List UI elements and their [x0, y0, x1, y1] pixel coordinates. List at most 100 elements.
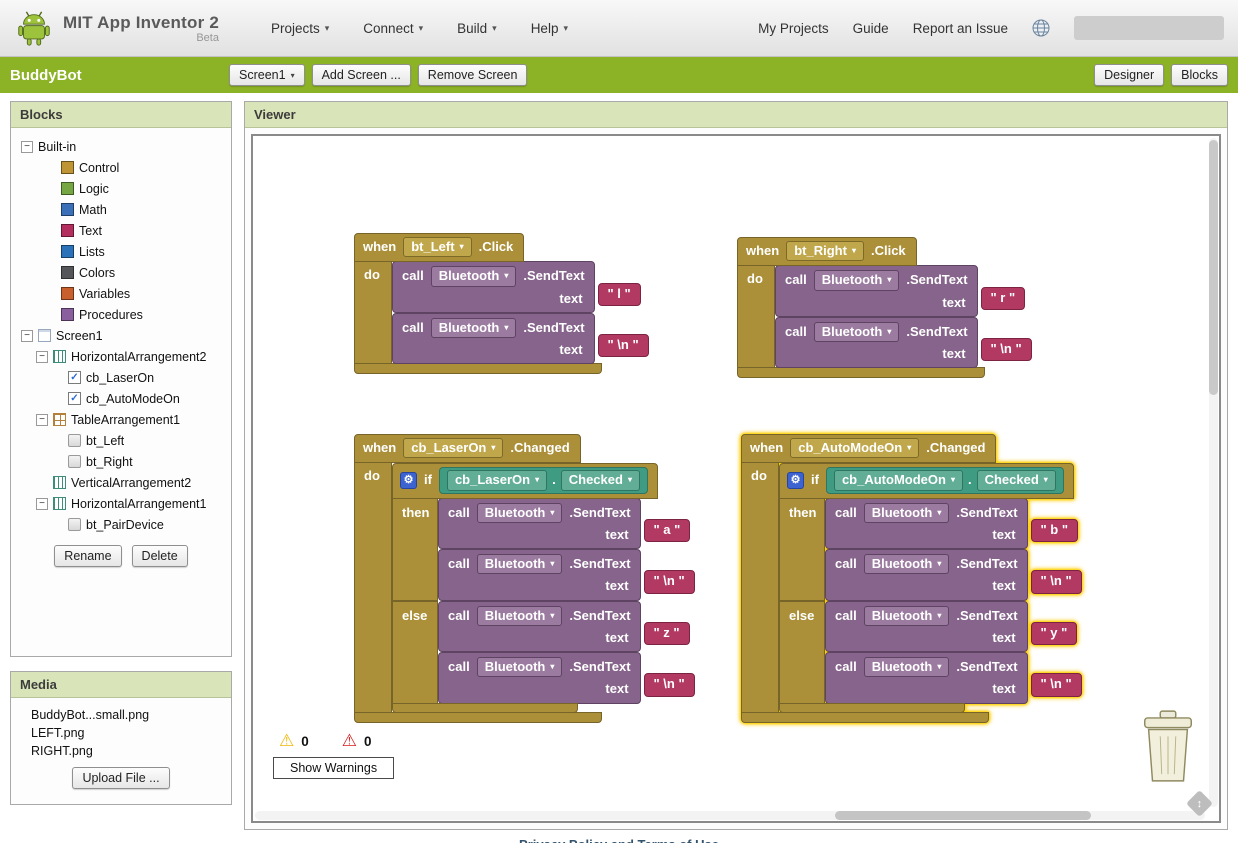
menu-build[interactable]: Build ▾	[457, 21, 497, 36]
palette-category-lists[interactable]: Lists	[21, 241, 229, 262]
call-block[interactable]: call Bluetooth ▾ .SendText text " \n "	[392, 312, 649, 365]
menu-projects[interactable]: Projects ▾	[271, 21, 329, 36]
blocks-button[interactable]: Blocks	[1171, 64, 1228, 86]
show-warnings-button[interactable]: Show Warnings	[273, 757, 395, 779]
menu-connect[interactable]: Connect ▾	[363, 21, 423, 36]
footer-links[interactable]: Privacy Policy and Terms of Use	[0, 837, 1238, 843]
tree-item-bt_PairDevice[interactable]: bt_PairDevice	[21, 514, 229, 535]
call-block[interactable]: call Bluetooth ▾ .SendText text " b "	[825, 497, 1079, 549]
component-dropdown[interactable]: Bluetooth ▾	[430, 317, 517, 338]
horizontal-scrollbar[interactable]	[255, 811, 1205, 820]
palette-category-text[interactable]: Text	[21, 220, 229, 241]
screen-selector[interactable]: Screen1 ▾	[229, 64, 305, 86]
collapse-toggle-icon[interactable]: −	[21, 329, 33, 342]
component-dropdown[interactable]: bt_Right ▾	[786, 241, 864, 262]
mutator-gear-icon[interactable]: ⚙	[787, 471, 804, 489]
collapse-toggle-icon[interactable]: −	[36, 413, 48, 426]
text-string-block[interactable]: " b "	[1030, 518, 1079, 542]
component-dropdown[interactable]: Bluetooth ▾	[863, 657, 950, 678]
trash-icon[interactable]	[1137, 708, 1199, 791]
event-block-bt_Left[interactable]: when bt_Left ▾ .Click do call Bluetooth ▾ .SendT…	[354, 232, 649, 375]
palette-category-math[interactable]: Math	[21, 199, 229, 220]
component-dropdown[interactable]: cb_AutoModeOn ▾	[790, 438, 920, 459]
tree-item-bt_Right[interactable]: bt_Right	[21, 451, 229, 472]
call-block[interactable]: call Bluetooth ▾ .SendText text " l "	[392, 261, 641, 313]
tree-item-bt_Left[interactable]: bt_Left	[21, 430, 229, 451]
component-dropdown[interactable]: Bluetooth ▾	[476, 502, 563, 523]
property-dropdown[interactable]: Checked ▾	[560, 470, 640, 491]
text-string-block[interactable]: " \n "	[980, 338, 1032, 362]
call-block[interactable]: call Bluetooth ▾ .SendText text " \n "	[438, 549, 695, 601]
vertical-scrollbar-thumb[interactable]	[1209, 140, 1218, 395]
vertical-scrollbar[interactable]	[1209, 138, 1218, 807]
component-dropdown[interactable]: Bluetooth ▾	[476, 554, 563, 575]
event-block-cb_LaserOn[interactable]: when cb_LaserOn ▾ .Changed do ⚙ if cb_LaserOn ▾.…	[354, 433, 695, 723]
text-string-block[interactable]: " \n "	[643, 673, 695, 697]
property-getter-block[interactable]: cb_LaserOn ▾. Checked ▾	[438, 467, 648, 494]
builtin-node[interactable]: − Built-in	[21, 136, 229, 157]
tree-item-HorizontalArrangement1[interactable]: − HorizontalArrangement1	[21, 493, 229, 514]
media-file[interactable]: BuddyBot...small.png	[11, 706, 231, 724]
component-dropdown[interactable]: Bluetooth ▾	[813, 321, 900, 342]
call-block[interactable]: call Bluetooth ▾ .SendText text " z "	[438, 600, 690, 652]
component-dropdown[interactable]: Bluetooth ▾	[863, 605, 950, 626]
if-else-block[interactable]: ⚙ if cb_LaserOn ▾. Checked ▾ then call Bluetooth…	[392, 462, 695, 713]
text-string-block[interactable]: " \n "	[643, 570, 695, 594]
component-dropdown[interactable]: cb_LaserOn ▾	[403, 438, 504, 459]
component-dropdown[interactable]: Bluetooth ▾	[430, 266, 517, 287]
component-dropdown[interactable]: Bluetooth ▾	[476, 657, 563, 678]
text-string-block[interactable]: " r "	[980, 286, 1026, 310]
call-block[interactable]: call Bluetooth ▾ .SendText text " a "	[438, 497, 691, 549]
call-block[interactable]: call Bluetooth ▾ .SendText text " r "	[775, 265, 1026, 317]
add-screen-button[interactable]: Add Screen ...	[311, 64, 411, 86]
text-string-block[interactable]: " y "	[1030, 621, 1078, 645]
tree-item-TableArrangement1[interactable]: − TableArrangement1	[21, 409, 229, 430]
text-string-block[interactable]: " \n "	[597, 334, 649, 358]
link-report-an-issue[interactable]: Report an Issue	[913, 21, 1008, 36]
text-string-block[interactable]: " \n "	[1030, 673, 1082, 697]
collapse-toggle-icon[interactable]: −	[36, 350, 48, 363]
collapse-toggle-icon[interactable]: −	[36, 497, 48, 510]
palette-category-control[interactable]: Control	[21, 157, 229, 178]
blocks-canvas[interactable]: ⚠ 0 ⚠ 0 Show Warnings ↕ when bt_Left ▾ .…	[251, 134, 1221, 823]
delete-button[interactable]: Delete	[131, 545, 188, 567]
collapse-toggle-icon[interactable]: −	[21, 140, 33, 153]
menu-help[interactable]: Help ▾	[531, 21, 568, 36]
property-dropdown[interactable]: Checked ▾	[976, 470, 1056, 491]
link-my-projects[interactable]: My Projects	[758, 21, 829, 36]
user-account-redacted[interactable]	[1074, 16, 1224, 40]
component-dropdown[interactable]: Bluetooth ▾	[863, 502, 950, 523]
text-string-block[interactable]: " l "	[597, 282, 641, 306]
horizontal-scrollbar-thumb[interactable]	[834, 811, 1091, 820]
call-block[interactable]: call Bluetooth ▾ .SendText text " \n "	[775, 316, 1032, 369]
if-else-block[interactable]: ⚙ if cb_AutoModeOn ▾. Checked ▾ then call Blueto…	[779, 462, 1082, 713]
event-block-cb_AutoModeOn[interactable]: when cb_AutoModeOn ▾ .Changed do ⚙ if cb_AutoMo…	[741, 433, 1082, 723]
link-guide[interactable]: Guide	[853, 21, 889, 36]
property-getter-block[interactable]: cb_AutoModeOn ▾. Checked ▾	[825, 467, 1064, 494]
remove-screen-button[interactable]: Remove Screen	[417, 64, 528, 86]
call-block[interactable]: call Bluetooth ▾ .SendText text " \n "	[438, 652, 695, 704]
component-dropdown[interactable]: Bluetooth ▾	[863, 554, 950, 575]
tree-item-cb_AutoModeOn[interactable]: ✓ cb_AutoModeOn	[21, 388, 229, 409]
component-dropdown[interactable]: cb_LaserOn ▾	[446, 470, 548, 491]
palette-category-variables[interactable]: Variables	[21, 283, 229, 304]
mutator-gear-icon[interactable]: ⚙	[400, 471, 417, 489]
event-block-bt_Right[interactable]: when bt_Right ▾ .Click do call Bluetooth ▾ .Send…	[737, 236, 1032, 379]
text-string-block[interactable]: " \n "	[1030, 570, 1082, 594]
component-dropdown[interactable]: cb_AutoModeOn ▾	[833, 470, 963, 491]
app-logo[interactable]: MIT App Inventor 2 Beta	[14, 8, 219, 48]
text-string-block[interactable]: " a "	[643, 518, 691, 542]
component-dropdown[interactable]: Bluetooth ▾	[813, 270, 900, 291]
media-file[interactable]: RIGHT.png	[11, 742, 231, 760]
rename-button[interactable]: Rename	[54, 545, 122, 567]
call-block[interactable]: call Bluetooth ▾ .SendText text " \n "	[825, 549, 1082, 601]
component-dropdown[interactable]: bt_Left ▾	[403, 237, 472, 258]
tree-item-Screen1[interactable]: − Screen1	[21, 325, 229, 346]
media-file[interactable]: LEFT.png	[11, 724, 231, 742]
tree-item-HorizontalArrangement2[interactable]: − HorizontalArrangement2	[21, 346, 229, 367]
upload-file-button[interactable]: Upload File ...	[72, 767, 170, 789]
text-string-block[interactable]: " z "	[643, 621, 690, 645]
palette-category-procedures[interactable]: Procedures	[21, 304, 229, 325]
call-block[interactable]: call Bluetooth ▾ .SendText text " y "	[825, 600, 1078, 652]
tree-item-VerticalArrangement2[interactable]: VerticalArrangement2	[21, 472, 229, 493]
